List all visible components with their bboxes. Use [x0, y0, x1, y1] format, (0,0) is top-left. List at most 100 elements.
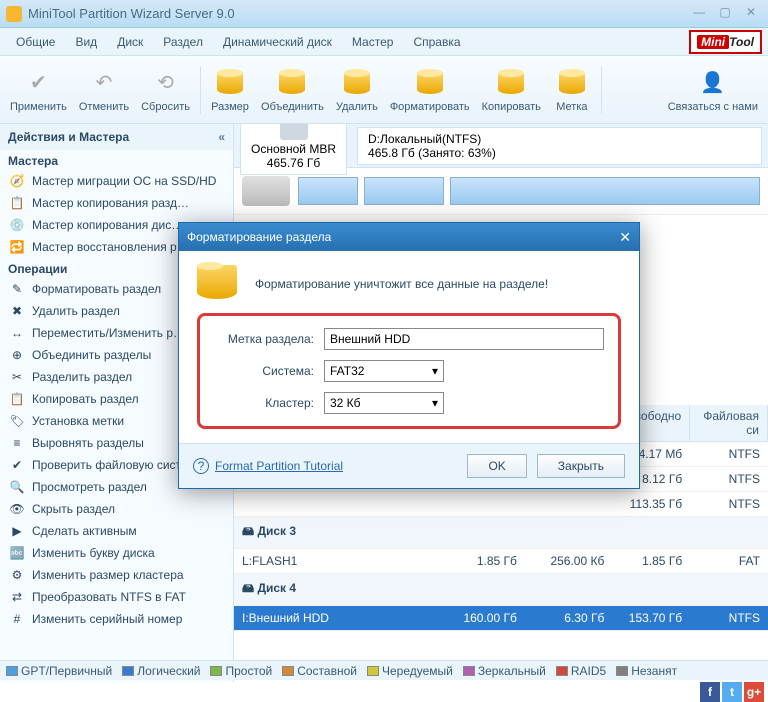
legend-item: Составной — [282, 664, 357, 678]
delete-button[interactable]: Удалить — [330, 65, 384, 115]
legend-item: Незанят — [616, 664, 677, 678]
operation-icon: ⇄ — [8, 589, 26, 605]
chevron-down-icon: ▾ — [432, 364, 438, 378]
apply-icon: ✔ — [22, 67, 54, 99]
legend: GPT/ПервичныйЛогическийПростойСоставнойЧ… — [0, 660, 768, 680]
legend-item: GPT/Первичный — [6, 664, 112, 678]
support-button[interactable]: 👤Связаться с нами — [662, 65, 764, 115]
cluster-select[interactable]: 32 Кб▾ — [324, 392, 444, 414]
operation-icon: 🏷 — [8, 413, 26, 429]
undo-button[interactable]: ↶Отменить — [73, 65, 135, 115]
menu-help[interactable]: Справка — [403, 31, 470, 53]
maximize-button[interactable]: ▢ — [714, 5, 736, 23]
format-warning-icon — [197, 265, 241, 303]
twitter-button[interactable]: t — [722, 682, 742, 702]
sidebar-item-label: Копировать раздел — [32, 392, 139, 406]
dialog-form: Метка раздела: Система: FAT32▾ Кластер: … — [197, 313, 621, 429]
operation-icon: ✂ — [8, 369, 26, 385]
sidebar-operation-item[interactable]: #Изменить серийный номер — [0, 608, 233, 630]
partition-row[interactable]: I:Внешний HDD160.00 Гб6.30 Гб153.70 ГбNT… — [234, 606, 768, 631]
disk-box-d[interactable]: D:Локальный(NTFS)465.8 Гб (Занято: 63%) — [357, 127, 762, 165]
copy-button[interactable]: Копировать — [476, 65, 547, 115]
disk-row[interactable]: 🖴 Диск 4 — [234, 574, 768, 606]
partition-row[interactable]: L:FLASH11.85 Гб256.00 Кб1.85 ГбFAT — [234, 549, 768, 574]
sidebar-operation-item[interactable]: ▶Сделать активным — [0, 520, 233, 542]
sidebar-operation-item[interactable]: ⚙Изменить размер кластера — [0, 564, 233, 586]
wizard-icon: 🔁 — [8, 239, 26, 255]
cancel-button[interactable]: Закрыть — [537, 454, 625, 478]
collapse-icon[interactable]: « — [218, 130, 225, 144]
partition-bar[interactable] — [450, 177, 760, 205]
minimize-button[interactable]: — — [688, 5, 710, 23]
sidebar-header: Действия и Мастера « — [0, 124, 233, 150]
filesystem-select[interactable]: FAT32▾ — [324, 360, 444, 382]
operation-icon: 📋 — [8, 391, 26, 407]
operation-icon: ✖ — [8, 303, 26, 319]
partition-bar[interactable] — [298, 177, 358, 205]
partition-bar[interactable] — [364, 177, 444, 205]
window-title: MiniTool Partition Wizard Server 9.0 — [28, 6, 684, 21]
social-buttons: f t g+ — [700, 682, 764, 702]
app-icon — [6, 6, 22, 22]
sidebar-item-label: Скрыть раздел — [32, 502, 115, 516]
reset-icon: ⟲ — [150, 67, 182, 99]
sidebar-item-label: Изменить букву диска — [32, 546, 155, 560]
close-button[interactable]: ✕ — [740, 5, 762, 23]
menubar: Общие Вид Диск Раздел Динамический диск … — [0, 28, 768, 56]
resize-icon — [214, 67, 246, 99]
operation-icon: ⚙ — [8, 567, 26, 583]
sidebar-master-item[interactable]: 🧭 Мастер миграции ОС на SSD/HD — [0, 170, 233, 192]
disk-box-mbr[interactable]: Основной MBR465.76 Гб — [240, 124, 347, 175]
toolbar: ✔Применить ↶Отменить ⟲Сбросить Размер Об… — [0, 56, 768, 124]
sidebar-operation-item[interactable]: 🔤 Изменить букву диска — [0, 542, 233, 564]
resize-button[interactable]: Размер — [205, 65, 255, 115]
wizard-icon: 🧭 — [8, 173, 26, 189]
hdd-image-icon — [242, 176, 290, 206]
sidebar-item-label: Мастер миграции ОС на SSD/HD — [32, 174, 216, 188]
label-icon — [556, 67, 588, 99]
help-link[interactable]: ? Format Partition Tutorial — [193, 458, 343, 474]
menu-view[interactable]: Вид — [65, 31, 107, 53]
menu-partition[interactable]: Раздел — [153, 31, 213, 53]
sidebar-item-label: Форматировать раздел — [32, 282, 161, 296]
sidebar-operation-item[interactable]: ⇄ Преобразовать NTFS в FAT — [0, 586, 233, 608]
menu-wizard[interactable]: Мастер — [342, 31, 404, 53]
reset-button[interactable]: ⟲Сбросить — [135, 65, 196, 115]
gplus-button[interactable]: g+ — [744, 682, 764, 702]
label-partition-label: Метка раздела: — [214, 332, 324, 346]
ok-button[interactable]: OK — [467, 454, 526, 478]
apply-button[interactable]: ✔Применить — [4, 65, 73, 115]
wizard-icon: 📋 — [8, 195, 26, 211]
sidebar-item-label: Мастер восстановления р… — [32, 240, 189, 254]
sidebar-operation-item[interactable]: 👁Скрыть раздел — [0, 498, 233, 520]
operation-icon: 🔍 — [8, 479, 26, 495]
help-icon: ? — [193, 458, 209, 474]
facebook-button[interactable]: f — [700, 682, 720, 702]
format-dialog: Форматирование раздела ✕ Форматирование … — [178, 222, 640, 489]
partition-row[interactable]: 113.35 ГбNTFS — [234, 492, 768, 517]
chevron-down-icon: ▾ — [432, 396, 438, 410]
sidebar-item-label: Проверить файловую систему — [32, 458, 202, 472]
format-button[interactable]: Форматировать — [384, 65, 476, 115]
operation-icon: ≡ — [8, 435, 26, 451]
hdd-icon — [280, 124, 308, 140]
brand-logo: MiniTool — [689, 30, 762, 54]
merge-button[interactable]: Объединить — [255, 65, 330, 115]
partition-label-input[interactable] — [324, 328, 604, 350]
menu-dynamic[interactable]: Динамический диск — [213, 31, 342, 53]
menu-disk[interactable]: Диск — [107, 31, 153, 53]
sidebar-master-item[interactable]: 📋Мастер копирования разд… — [0, 192, 233, 214]
disk-overview-bar: Основной MBR465.76 Гб D:Локальный(NTFS)4… — [234, 124, 768, 168]
legend-item: Зеркальный — [463, 664, 546, 678]
operation-icon: 🔤 — [8, 545, 26, 561]
label-button[interactable]: Метка — [547, 65, 597, 115]
wizard-icon: 💿 — [8, 217, 26, 233]
undo-icon: ↶ — [88, 67, 120, 99]
sidebar-item-label: Преобразовать NTFS в FAT — [32, 590, 186, 604]
menu-general[interactable]: Общие — [6, 31, 65, 53]
operation-icon: ✎ — [8, 281, 26, 297]
titlebar: MiniTool Partition Wizard Server 9.0 — ▢… — [0, 0, 768, 28]
disk-row[interactable]: 🖴 Диск 3 — [234, 517, 768, 549]
dialog-close-button[interactable]: ✕ — [619, 229, 631, 246]
dialog-warning-text: Форматирование уничтожит все данные на р… — [255, 277, 548, 291]
